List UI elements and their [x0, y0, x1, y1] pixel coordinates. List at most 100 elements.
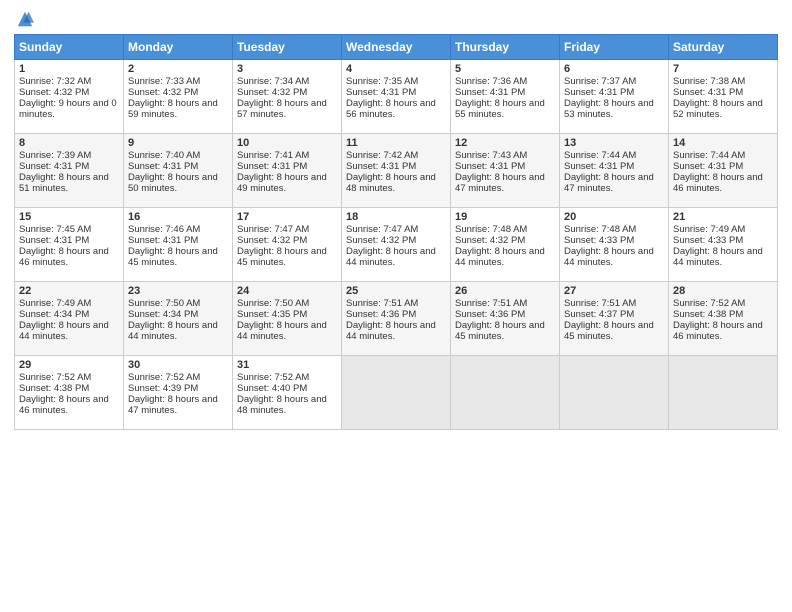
- sunset-text: Sunset: 4:32 PM: [237, 235, 307, 246]
- sunset-text: Sunset: 4:31 PM: [346, 87, 416, 98]
- header-cell-friday: Friday: [560, 35, 669, 60]
- sunrise-text: Sunrise: 7:45 AM: [19, 224, 91, 235]
- sunset-text: Sunset: 4:31 PM: [128, 235, 198, 246]
- sunset-text: Sunset: 4:31 PM: [346, 161, 416, 172]
- day-number: 29: [19, 359, 119, 371]
- day-number: 1: [19, 63, 119, 75]
- sunset-text: Sunset: 4:33 PM: [673, 235, 743, 246]
- header: [14, 10, 778, 28]
- sunrise-text: Sunrise: 7:46 AM: [128, 224, 200, 235]
- day-number: 15: [19, 211, 119, 223]
- day-cell: 1Sunrise: 7:32 AMSunset: 4:32 PMDaylight…: [15, 60, 124, 134]
- logo: [14, 10, 34, 28]
- sunset-text: Sunset: 4:39 PM: [128, 383, 198, 394]
- sunset-text: Sunset: 4:33 PM: [564, 235, 634, 246]
- day-number: 4: [346, 63, 446, 75]
- daylight-text: Daylight: 8 hours and 44 minutes.: [19, 320, 109, 342]
- day-number: 9: [128, 137, 228, 149]
- sunset-text: Sunset: 4:31 PM: [564, 161, 634, 172]
- day-cell: 4Sunrise: 7:35 AMSunset: 4:31 PMDaylight…: [342, 60, 451, 134]
- day-cell: 24Sunrise: 7:50 AMSunset: 4:35 PMDayligh…: [233, 282, 342, 356]
- day-number: 6: [564, 63, 664, 75]
- daylight-text: Daylight: 8 hours and 47 minutes.: [455, 172, 545, 194]
- day-number: 13: [564, 137, 664, 149]
- day-number: 21: [673, 211, 773, 223]
- daylight-text: Daylight: 8 hours and 44 minutes.: [237, 320, 327, 342]
- day-number: 22: [19, 285, 119, 297]
- sunset-text: Sunset: 4:40 PM: [237, 383, 307, 394]
- day-cell: [560, 356, 669, 430]
- header-cell-tuesday: Tuesday: [233, 35, 342, 60]
- day-number: 20: [564, 211, 664, 223]
- daylight-text: Daylight: 8 hours and 46 minutes.: [673, 172, 763, 194]
- day-number: 2: [128, 63, 228, 75]
- day-cell: 6Sunrise: 7:37 AMSunset: 4:31 PMDaylight…: [560, 60, 669, 134]
- day-cell: 23Sunrise: 7:50 AMSunset: 4:34 PMDayligh…: [124, 282, 233, 356]
- header-cell-saturday: Saturday: [669, 35, 778, 60]
- daylight-text: Daylight: 8 hours and 45 minutes.: [564, 320, 654, 342]
- day-cell: [669, 356, 778, 430]
- sunset-text: Sunset: 4:31 PM: [673, 87, 743, 98]
- sunset-text: Sunset: 4:32 PM: [346, 235, 416, 246]
- sunset-text: Sunset: 4:36 PM: [346, 309, 416, 320]
- day-number: 26: [455, 285, 555, 297]
- sunset-text: Sunset: 4:31 PM: [455, 161, 525, 172]
- day-cell: 15Sunrise: 7:45 AMSunset: 4:31 PMDayligh…: [15, 208, 124, 282]
- day-cell: [451, 356, 560, 430]
- sunset-text: Sunset: 4:31 PM: [455, 87, 525, 98]
- daylight-text: Daylight: 8 hours and 50 minutes.: [128, 172, 218, 194]
- sunrise-text: Sunrise: 7:42 AM: [346, 150, 418, 161]
- header-cell-monday: Monday: [124, 35, 233, 60]
- daylight-text: Daylight: 8 hours and 44 minutes.: [455, 246, 545, 268]
- sunrise-text: Sunrise: 7:44 AM: [564, 150, 636, 161]
- day-number: 10: [237, 137, 337, 149]
- daylight-text: Daylight: 8 hours and 44 minutes.: [128, 320, 218, 342]
- day-number: 5: [455, 63, 555, 75]
- sunrise-text: Sunrise: 7:47 AM: [237, 224, 309, 235]
- day-cell: 25Sunrise: 7:51 AMSunset: 4:36 PMDayligh…: [342, 282, 451, 356]
- day-number: 11: [346, 137, 446, 149]
- week-row-3: 22Sunrise: 7:49 AMSunset: 4:34 PMDayligh…: [15, 282, 778, 356]
- day-number: 30: [128, 359, 228, 371]
- sunset-text: Sunset: 4:38 PM: [673, 309, 743, 320]
- sunrise-text: Sunrise: 7:50 AM: [128, 298, 200, 309]
- sunrise-text: Sunrise: 7:50 AM: [237, 298, 309, 309]
- day-cell: 19Sunrise: 7:48 AMSunset: 4:32 PMDayligh…: [451, 208, 560, 282]
- day-cell: 21Sunrise: 7:49 AMSunset: 4:33 PMDayligh…: [669, 208, 778, 282]
- day-number: 16: [128, 211, 228, 223]
- day-cell: 22Sunrise: 7:49 AMSunset: 4:34 PMDayligh…: [15, 282, 124, 356]
- day-cell: 14Sunrise: 7:44 AMSunset: 4:31 PMDayligh…: [669, 134, 778, 208]
- day-number: 24: [237, 285, 337, 297]
- sunset-text: Sunset: 4:31 PM: [237, 161, 307, 172]
- sunset-text: Sunset: 4:31 PM: [19, 161, 89, 172]
- day-cell: 18Sunrise: 7:47 AMSunset: 4:32 PMDayligh…: [342, 208, 451, 282]
- sunset-text: Sunset: 4:38 PM: [19, 383, 89, 394]
- daylight-text: Daylight: 8 hours and 44 minutes.: [564, 246, 654, 268]
- sunrise-text: Sunrise: 7:49 AM: [673, 224, 745, 235]
- sunset-text: Sunset: 4:31 PM: [673, 161, 743, 172]
- daylight-text: Daylight: 8 hours and 47 minutes.: [128, 394, 218, 416]
- sunrise-text: Sunrise: 7:52 AM: [237, 372, 309, 383]
- sunrise-text: Sunrise: 7:33 AM: [128, 76, 200, 87]
- day-cell: [342, 356, 451, 430]
- daylight-text: Daylight: 8 hours and 45 minutes.: [237, 246, 327, 268]
- daylight-text: Daylight: 8 hours and 59 minutes.: [128, 98, 218, 120]
- day-cell: 11Sunrise: 7:42 AMSunset: 4:31 PMDayligh…: [342, 134, 451, 208]
- sunset-text: Sunset: 4:37 PM: [564, 309, 634, 320]
- daylight-text: Daylight: 8 hours and 46 minutes.: [19, 246, 109, 268]
- daylight-text: Daylight: 8 hours and 49 minutes.: [237, 172, 327, 194]
- daylight-text: Daylight: 8 hours and 44 minutes.: [346, 246, 436, 268]
- sunset-text: Sunset: 4:31 PM: [564, 87, 634, 98]
- daylight-text: Daylight: 8 hours and 56 minutes.: [346, 98, 436, 120]
- sunrise-text: Sunrise: 7:41 AM: [237, 150, 309, 161]
- day-cell: 17Sunrise: 7:47 AMSunset: 4:32 PMDayligh…: [233, 208, 342, 282]
- sunrise-text: Sunrise: 7:40 AM: [128, 150, 200, 161]
- day-cell: 29Sunrise: 7:52 AMSunset: 4:38 PMDayligh…: [15, 356, 124, 430]
- daylight-text: Daylight: 8 hours and 46 minutes.: [19, 394, 109, 416]
- sunrise-text: Sunrise: 7:51 AM: [346, 298, 418, 309]
- sunset-text: Sunset: 4:32 PM: [455, 235, 525, 246]
- sunset-text: Sunset: 4:31 PM: [128, 161, 198, 172]
- day-cell: 7Sunrise: 7:38 AMSunset: 4:31 PMDaylight…: [669, 60, 778, 134]
- day-number: 19: [455, 211, 555, 223]
- sunrise-text: Sunrise: 7:49 AM: [19, 298, 91, 309]
